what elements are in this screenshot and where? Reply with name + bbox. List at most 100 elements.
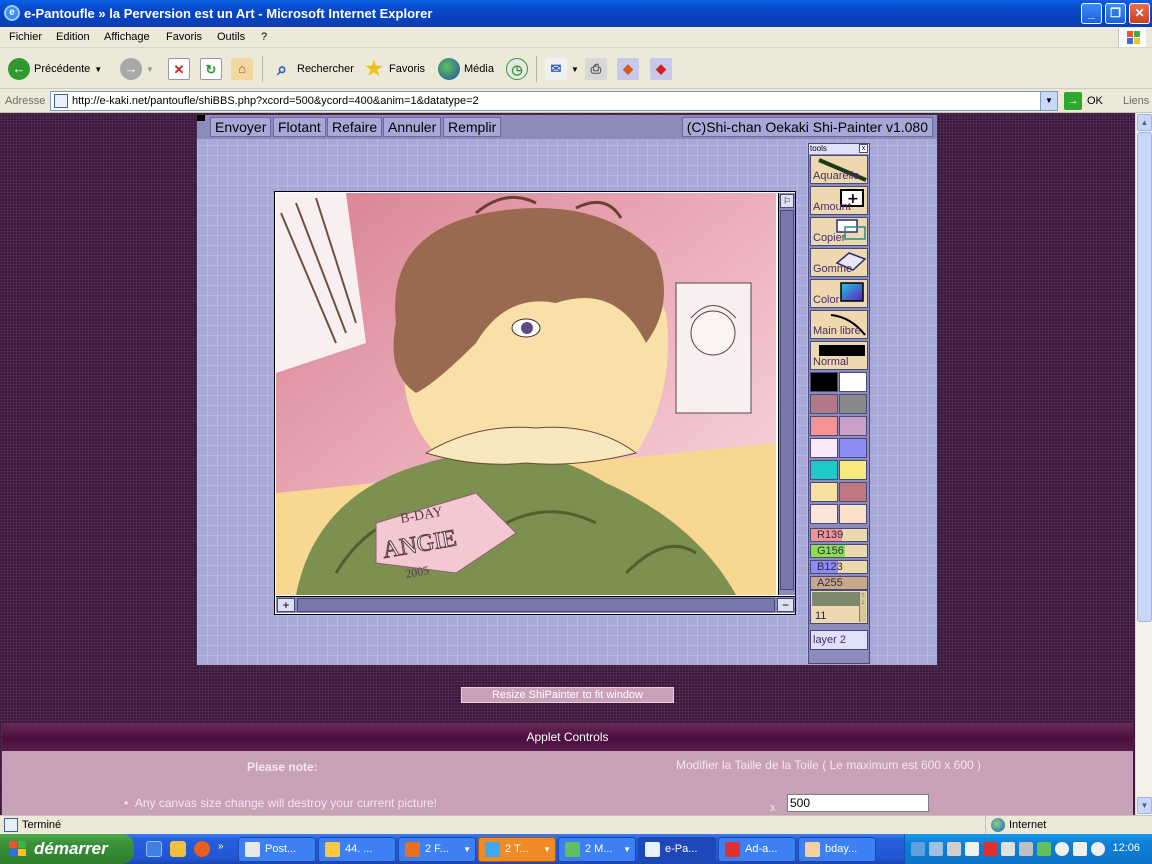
palette-swatch[interactable] xyxy=(839,482,867,502)
tool-copier[interactable]: Copier xyxy=(810,217,868,246)
messenger-button[interactable]: ◆ xyxy=(617,56,639,82)
palette-swatch[interactable] xyxy=(810,372,838,392)
home-button[interactable]: ⌂ xyxy=(231,56,253,82)
tray-info-icon[interactable] xyxy=(1055,842,1069,856)
scroll-up-icon[interactable]: ▲ xyxy=(1137,114,1152,131)
palette-swatch[interactable] xyxy=(810,482,838,502)
menu-favoris[interactable]: Favoris xyxy=(166,31,202,43)
tool-main-libre[interactable]: Main libre xyxy=(810,310,868,339)
palette-swatch[interactable] xyxy=(810,504,838,524)
forward-dropdown-icon[interactable]: ▼ xyxy=(146,65,154,74)
size-arrows-icon[interactable]: ↑ ↓ xyxy=(859,592,866,622)
tool-normal[interactable]: Normal xyxy=(810,341,868,370)
palette-swatch[interactable] xyxy=(810,416,838,436)
canvas-hscroll-thumb[interactable] xyxy=(297,598,775,612)
resize-shipainter-button[interactable]: Resize ShiPainter to fit window xyxy=(461,687,674,703)
address-dropdown-icon[interactable]: ▼ xyxy=(1040,92,1057,110)
tray-icon[interactable] xyxy=(1001,842,1015,856)
tray-icon[interactable] xyxy=(929,842,943,856)
links-label[interactable]: Liens xyxy=(1123,95,1149,107)
favorites-button[interactable]: ★ Favoris xyxy=(363,56,425,82)
layer-selector[interactable]: layer 2 xyxy=(810,630,868,650)
drawing-canvas[interactable]: B-DAY ANGIE 2005 xyxy=(276,193,776,595)
menu-fichier[interactable]: Fichier xyxy=(9,31,42,43)
tray-icon[interactable] xyxy=(1019,842,1033,856)
start-button[interactable]: démarrer xyxy=(0,834,134,864)
minimize-button[interactable]: _ xyxy=(1081,3,1102,24)
palette-swatch[interactable] xyxy=(810,460,838,480)
tool-color[interactable]: Color xyxy=(810,279,868,308)
taskbar-button[interactable]: 2 F... ▼ xyxy=(398,837,476,862)
taskbar-button[interactable]: 2 M... ▼ xyxy=(558,837,636,862)
slider-alpha[interactable]: A255 xyxy=(810,576,868,590)
palette-swatch[interactable] xyxy=(839,394,867,414)
palette-swatch[interactable] xyxy=(810,394,838,414)
tray-network-icon[interactable] xyxy=(911,842,925,856)
palette-swatch[interactable] xyxy=(810,438,838,458)
close-button[interactable]: ✕ xyxy=(1129,3,1150,24)
menu-outils[interactable]: Outils xyxy=(217,31,245,43)
tray-icon[interactable] xyxy=(1037,842,1051,856)
zoom-in-icon[interactable]: + xyxy=(277,598,295,612)
canvas-vertical-scrollbar[interactable]: ⚐ xyxy=(778,193,795,595)
zoom-out-icon[interactable]: − xyxy=(777,598,794,612)
remplir-button[interactable]: Remplir xyxy=(443,117,502,137)
slider-blue[interactable]: B123 xyxy=(810,560,868,574)
address-input[interactable]: http://e-kaki.net/pantoufle/shiBBS.php?x… xyxy=(50,91,1058,111)
palette-swatch[interactable] xyxy=(839,372,867,392)
taskbar-button[interactable]: Post... xyxy=(238,837,316,862)
media-button[interactable]: Média xyxy=(438,56,494,82)
canvas-flag-icon[interactable]: ⚐ xyxy=(780,194,794,208)
tray-antivirus-icon[interactable] xyxy=(983,842,997,856)
canvas-vscroll-thumb[interactable] xyxy=(780,210,794,590)
menu-affichage[interactable]: Affichage xyxy=(104,31,150,43)
go-button[interactable]: → OK xyxy=(1064,92,1103,110)
mail-dropdown-icon[interactable]: ▼ xyxy=(571,65,579,74)
slider-red[interactable]: R139 xyxy=(810,528,868,542)
back-dropdown-icon[interactable]: ▼ xyxy=(94,65,102,74)
taskbar-button[interactable]: e-Pa... xyxy=(638,837,716,862)
print-button[interactable]: ⎙ xyxy=(585,56,607,82)
annuler-button[interactable]: Annuler xyxy=(383,117,442,137)
tray-icon[interactable] xyxy=(1091,842,1105,856)
palette-swatch[interactable] xyxy=(839,416,867,436)
stop-button[interactable]: ✕ xyxy=(168,56,190,82)
taskbar-button[interactable]: Ad-a... xyxy=(718,837,796,862)
menu-help[interactable]: ? xyxy=(261,31,267,43)
page-scrollbar[interactable]: ▲ ▼ xyxy=(1135,113,1152,815)
refresh-button[interactable]: ↻ xyxy=(200,56,222,82)
search-button[interactable]: ⌕ Rechercher xyxy=(271,56,354,82)
tool-gomme[interactable]: Gomme xyxy=(810,248,868,277)
page-scroll-thumb[interactable] xyxy=(1137,132,1152,622)
forward-button[interactable]: → ▼ xyxy=(120,56,154,82)
palette-swatch[interactable] xyxy=(839,504,867,524)
tray-volume-icon[interactable] xyxy=(1073,842,1087,856)
quicklaunch-app-icon[interactable] xyxy=(170,841,186,857)
tray-icon[interactable] xyxy=(947,842,961,856)
envoyer-button[interactable]: Envoyer xyxy=(210,117,272,137)
maximize-button[interactable]: ❐ xyxy=(1105,3,1126,24)
canvas-horizontal-scrollbar[interactable]: + − xyxy=(276,596,795,613)
quicklaunch-firefox-icon[interactable] xyxy=(194,841,210,857)
scroll-down-icon[interactable]: ▼ xyxy=(1137,797,1152,814)
refaire-button[interactable]: Refaire xyxy=(327,117,383,137)
taskbar-button[interactable]: 44. ... xyxy=(318,837,396,862)
back-button[interactable]: ← Précédente ▼ xyxy=(8,56,102,82)
taskbar-button[interactable]: bday... xyxy=(798,837,876,862)
flotant-button[interactable]: Flotant xyxy=(273,117,326,137)
quicklaunch-more-icon[interactable]: » xyxy=(218,841,224,852)
tools-close-icon[interactable]: x xyxy=(859,144,868,153)
slider-green[interactable]: G156 xyxy=(810,544,868,558)
tool-amount[interactable]: + Amount xyxy=(810,186,868,215)
mail-button[interactable]: ✉ ▼ xyxy=(545,56,579,82)
pen-size-control[interactable]: ↑ ↓ 11 xyxy=(810,590,868,624)
quicklaunch-ie-icon[interactable] xyxy=(146,841,162,857)
taskbar-button[interactable]: 2 T... ▼ xyxy=(478,837,556,862)
tray-icon[interactable] xyxy=(965,842,979,856)
palette-swatch[interactable] xyxy=(839,438,867,458)
history-button[interactable]: ◷ xyxy=(506,56,528,82)
menu-edition[interactable]: Edition xyxy=(56,31,90,43)
canvas-width-input[interactable]: 500 xyxy=(787,794,929,812)
tool-aquarelle[interactable]: Aquarelle xyxy=(810,155,868,184)
palette-swatch[interactable] xyxy=(839,460,867,480)
